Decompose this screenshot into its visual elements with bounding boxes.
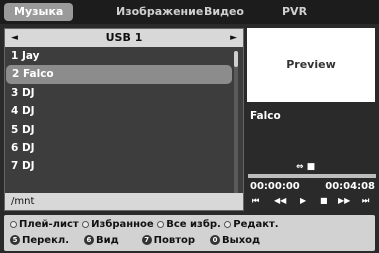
list-item-selected[interactable]: 2 Falco: [6, 65, 232, 84]
key-7-icon: 7: [141, 235, 152, 245]
current-path: /mnt: [5, 193, 243, 210]
key-0-icon: 0: [210, 235, 221, 245]
device-selector[interactable]: ◄ USB 1 ►: [5, 29, 243, 47]
green-key-icon: [82, 220, 90, 228]
list-item[interactable]: 1 Jay: [5, 47, 233, 65]
top-tab-bar: Музыка Изображение Видео PVR: [0, 0, 379, 24]
help-view: Вид: [95, 235, 119, 246]
tab-pvr[interactable]: PVR: [282, 3, 307, 21]
help-edit: Редакт.: [233, 219, 279, 230]
fast-forward-icon[interactable]: ▶▶: [338, 196, 350, 205]
now-playing-title: Falco: [250, 110, 281, 122]
help-bar: Плей-лист Избранное Все избр. Редакт. 5П…: [4, 215, 375, 251]
key-6-icon: 6: [83, 235, 94, 245]
help-exit: Выход: [222, 235, 261, 246]
list-scrollbar[interactable]: [234, 51, 238, 195]
time-total: 00:04:08: [325, 181, 375, 192]
yellow-key-icon: [157, 220, 165, 228]
key-5-icon: 5: [10, 235, 20, 245]
skip-back-icon[interactable]: ⏮: [252, 196, 259, 206]
help-playlist: Плей-лист: [19, 219, 79, 230]
list-item[interactable]: 3 DJ: [5, 84, 233, 102]
list-item[interactable]: 7 DJ: [5, 157, 233, 175]
red-key-icon: [10, 220, 17, 228]
scrollbar-thumb[interactable]: [234, 51, 238, 67]
help-favorites: Избранное: [91, 219, 154, 230]
list-item[interactable]: 4 DJ: [5, 102, 233, 120]
file-list-panel: ◄ USB 1 ► 1 Jay 2 Falco 3 DJ 4 DJ 5 DJ 6…: [4, 28, 244, 211]
blue-key-icon: [224, 220, 232, 228]
repeat-folder-icons: ⇔ ■: [296, 162, 316, 172]
list-item[interactable]: 5 DJ: [5, 121, 233, 139]
file-list: 1 Jay 2 Falco 3 DJ 4 DJ 5 DJ 6 DJ 7 DJ: [5, 47, 243, 176]
device-name: USB 1: [105, 31, 143, 44]
rewind-icon[interactable]: ◀◀: [274, 196, 286, 205]
help-line-number-keys: 5 Перекл. 6 Вид 7 Повтор 0 Выход: [10, 233, 260, 248]
help-line-color-keys: Плей-лист Избранное Все избр. Редакт.: [10, 217, 279, 232]
help-repeat: Повтор: [153, 235, 196, 246]
list-item[interactable]: 6 DJ: [5, 139, 233, 157]
tab-video[interactable]: Видео: [204, 3, 244, 21]
stop-icon[interactable]: ■: [320, 196, 328, 205]
skip-forward-icon[interactable]: ⏭: [362, 196, 369, 206]
chevron-right-icon[interactable]: ►: [230, 29, 237, 47]
help-switch: Перекл.: [22, 235, 70, 246]
preview-area: Preview: [247, 28, 375, 102]
chevron-left-icon[interactable]: ◄: [11, 29, 18, 47]
help-all-selected: Все избр.: [166, 219, 221, 230]
time-elapsed: 00:00:00: [250, 181, 300, 192]
tab-music[interactable]: Музыка: [4, 3, 74, 21]
transport-controls: ⏮ ◀◀ ▶ ■ ▶▶ ⏭: [250, 196, 376, 208]
tab-image[interactable]: Изображение: [116, 3, 203, 21]
play-icon[interactable]: ▶: [300, 196, 306, 205]
playback-progress-bar[interactable]: [248, 174, 376, 178]
